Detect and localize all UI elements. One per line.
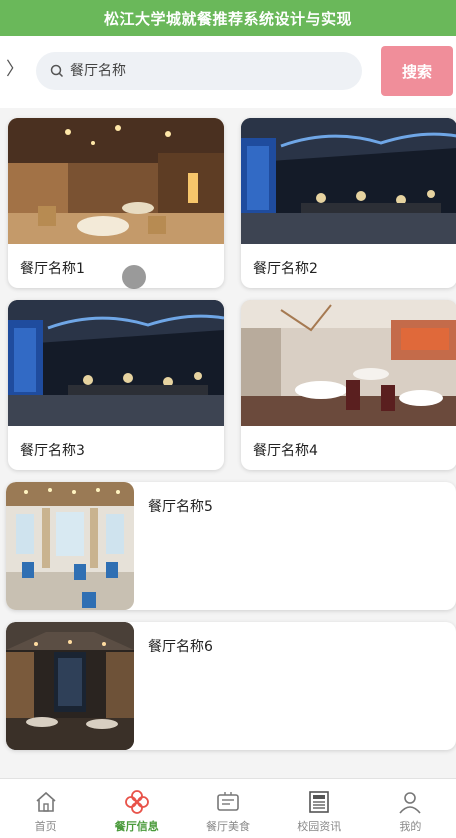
menu-board-icon xyxy=(217,792,239,811)
search-bar: 〉 搜索 xyxy=(0,36,456,108)
restaurant-card[interactable]: 餐厅名称3 xyxy=(8,300,224,470)
tab-campus-news[interactable]: 校园资讯 xyxy=(274,779,365,838)
tab-label: 餐厅美食 xyxy=(206,820,250,833)
restaurant-photo xyxy=(241,118,456,244)
tab-label: 校园资讯 xyxy=(297,820,342,833)
restaurant-card[interactable]: 餐厅名称2 xyxy=(241,118,456,288)
tab-restaurant-food[interactable]: 餐厅美食 xyxy=(182,779,273,838)
restaurant-name: 餐厅名称5 xyxy=(148,499,213,515)
home-icon xyxy=(36,791,56,812)
restaurant-card[interactable]: 餐厅名称6 xyxy=(6,622,456,750)
search-icon xyxy=(50,64,64,78)
restaurant-photo xyxy=(8,118,224,244)
restaurant-card[interactable]: 餐厅名称1 xyxy=(8,118,224,288)
tab-home[interactable]: 首页 xyxy=(0,779,91,838)
flower-icon xyxy=(124,790,149,814)
restaurant-photo xyxy=(8,300,224,426)
restaurant-name: 餐厅名称4 xyxy=(253,443,318,459)
touch-indicator xyxy=(122,265,146,289)
restaurant-name: 餐厅名称1 xyxy=(20,261,85,277)
tab-label: 首页 xyxy=(34,820,57,833)
restaurant-name: 餐厅名称3 xyxy=(20,443,85,459)
tab-mine[interactable]: 我的 xyxy=(365,779,456,838)
user-icon xyxy=(399,792,422,814)
restaurant-name: 餐厅名称2 xyxy=(253,261,318,277)
restaurant-photo xyxy=(241,300,456,426)
search-input[interactable] xyxy=(70,63,320,79)
search-field[interactable] xyxy=(36,52,362,90)
newspaper-icon xyxy=(309,791,330,813)
back-chevron-icon[interactable]: 〉 xyxy=(6,58,24,82)
restaurant-card[interactable]: 餐厅名称5 xyxy=(6,482,456,610)
app-header: 松江大学城就餐推荐系统设计与实现 xyxy=(0,0,456,36)
tab-label: 餐厅信息 xyxy=(114,820,159,833)
restaurant-list: 餐厅名称1 餐厅名称2 餐厅名称3 餐厅名称4 餐厅名称5 餐厅名称6 xyxy=(0,108,456,778)
search-button[interactable]: 搜索 xyxy=(381,46,453,96)
page-title: 松江大学城就餐推荐系统设计与实现 xyxy=(103,9,352,28)
restaurant-name: 餐厅名称6 xyxy=(148,639,213,655)
restaurant-photo xyxy=(6,482,134,610)
restaurant-photo xyxy=(6,622,134,750)
tab-label: 我的 xyxy=(399,820,422,833)
tab-restaurant-info[interactable]: 餐厅信息 xyxy=(91,779,182,838)
bottom-tab-bar: 首页 餐厅信息 餐厅美食 校园资讯 我的 xyxy=(0,778,456,838)
restaurant-card[interactable]: 餐厅名称4 xyxy=(241,300,456,470)
